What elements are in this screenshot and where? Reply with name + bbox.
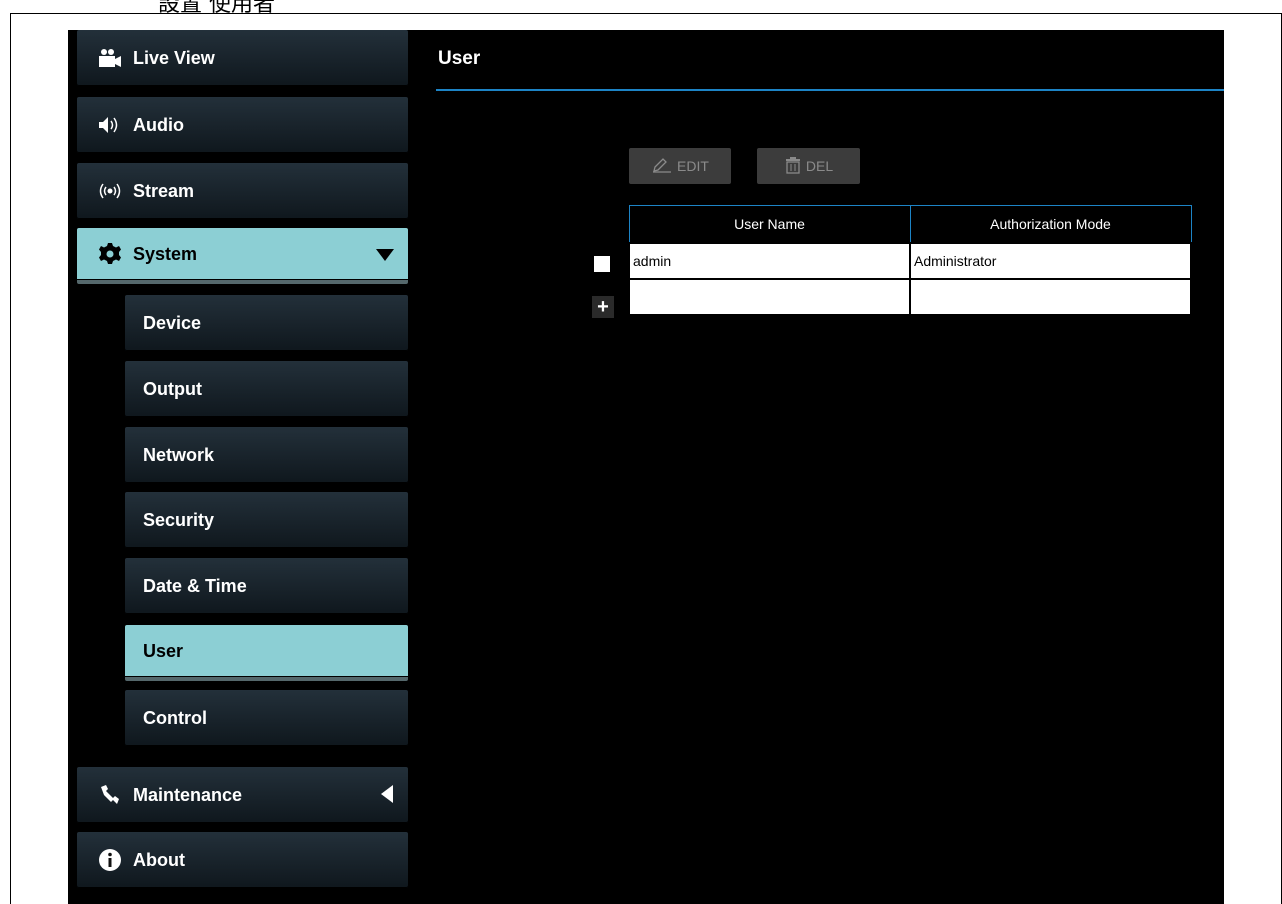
sidebar-item-label: User [143,640,184,661]
table-row-new[interactable] [628,278,1192,316]
sidebar-item-label: Security [143,509,215,530]
edit-button[interactable]: EDIT [629,148,731,184]
delete-button[interactable]: DEL [757,148,860,184]
sidebar-item-label: Network [143,444,215,465]
sidebar-item-system[interactable]: System [77,228,408,284]
column-header-user-name[interactable]: User Name [628,205,911,244]
cell-user-name: admin [628,242,911,280]
sidebar-item-about[interactable]: About [77,832,408,888]
wrench-icon [95,783,125,807]
delete-button-label: DEL [805,158,834,174]
sidebar-item-output[interactable]: Output [125,361,408,417]
caret-left-icon [380,785,394,808]
broadcast-icon [95,179,125,203]
users-table: User Name Authorization Mode admin Admin… [628,205,1192,316]
sidebar-item-label: Audio [133,114,184,135]
page-title: User [438,48,481,69]
web-app: Live View Audio Stream System Device Out… [68,30,1224,904]
sidebar-item-label: Device [143,312,202,333]
sidebar-item-label: Maintenance [133,784,243,805]
table-row[interactable]: admin Administrator [628,242,1192,280]
pencil-icon [651,157,673,176]
sidebar-item-device[interactable]: Device [125,295,408,351]
table-header-row: User Name Authorization Mode [628,205,1192,244]
cell-new-authorization-mode[interactable] [909,278,1192,316]
sidebar-item-label: Live View [133,47,215,68]
edit-button-label: EDIT [677,158,709,174]
speaker-icon [95,113,125,137]
sidebar-item-audio[interactable]: Audio [77,97,408,153]
sidebar-item-date-time[interactable]: Date & Time [125,558,408,614]
sidebar-item-user[interactable]: User [125,625,408,681]
sidebar-item-label: Output [143,378,202,399]
sidebar-item-security[interactable]: Security [125,492,408,548]
video-camera-icon [95,46,125,70]
sidebar-item-maintenance[interactable]: Maintenance [77,767,408,823]
cell-authorization-mode: Administrator [909,242,1192,280]
main-content: User EDIT DEL + User Name Authorization … [408,30,1224,904]
gear-icon [95,242,125,266]
title-divider [436,89,1224,91]
info-icon [95,848,125,872]
add-user-button[interactable]: + [592,296,614,318]
sidebar-item-label: System [133,243,198,264]
trash-icon [784,156,802,177]
sidebar-item-live-view[interactable]: Live View [77,30,408,86]
caret-down-icon [376,246,394,267]
column-header-authorization-mode[interactable]: Authorization Mode [909,205,1192,244]
cell-new-user-name[interactable] [628,278,911,316]
sidebar-item-stream[interactable]: Stream [77,163,408,219]
sidebar-item-control[interactable]: Control [125,690,408,746]
sidebar-item-label: Date & Time [143,575,247,596]
row-checkbox[interactable] [594,256,610,272]
sidebar-item-network[interactable]: Network [125,427,408,483]
sidebar-item-label: Control [143,707,207,728]
sidebar-item-label: Stream [133,180,195,201]
sidebar-item-label: About [133,849,185,870]
sidebar: Live View Audio Stream System Device Out… [68,30,408,904]
